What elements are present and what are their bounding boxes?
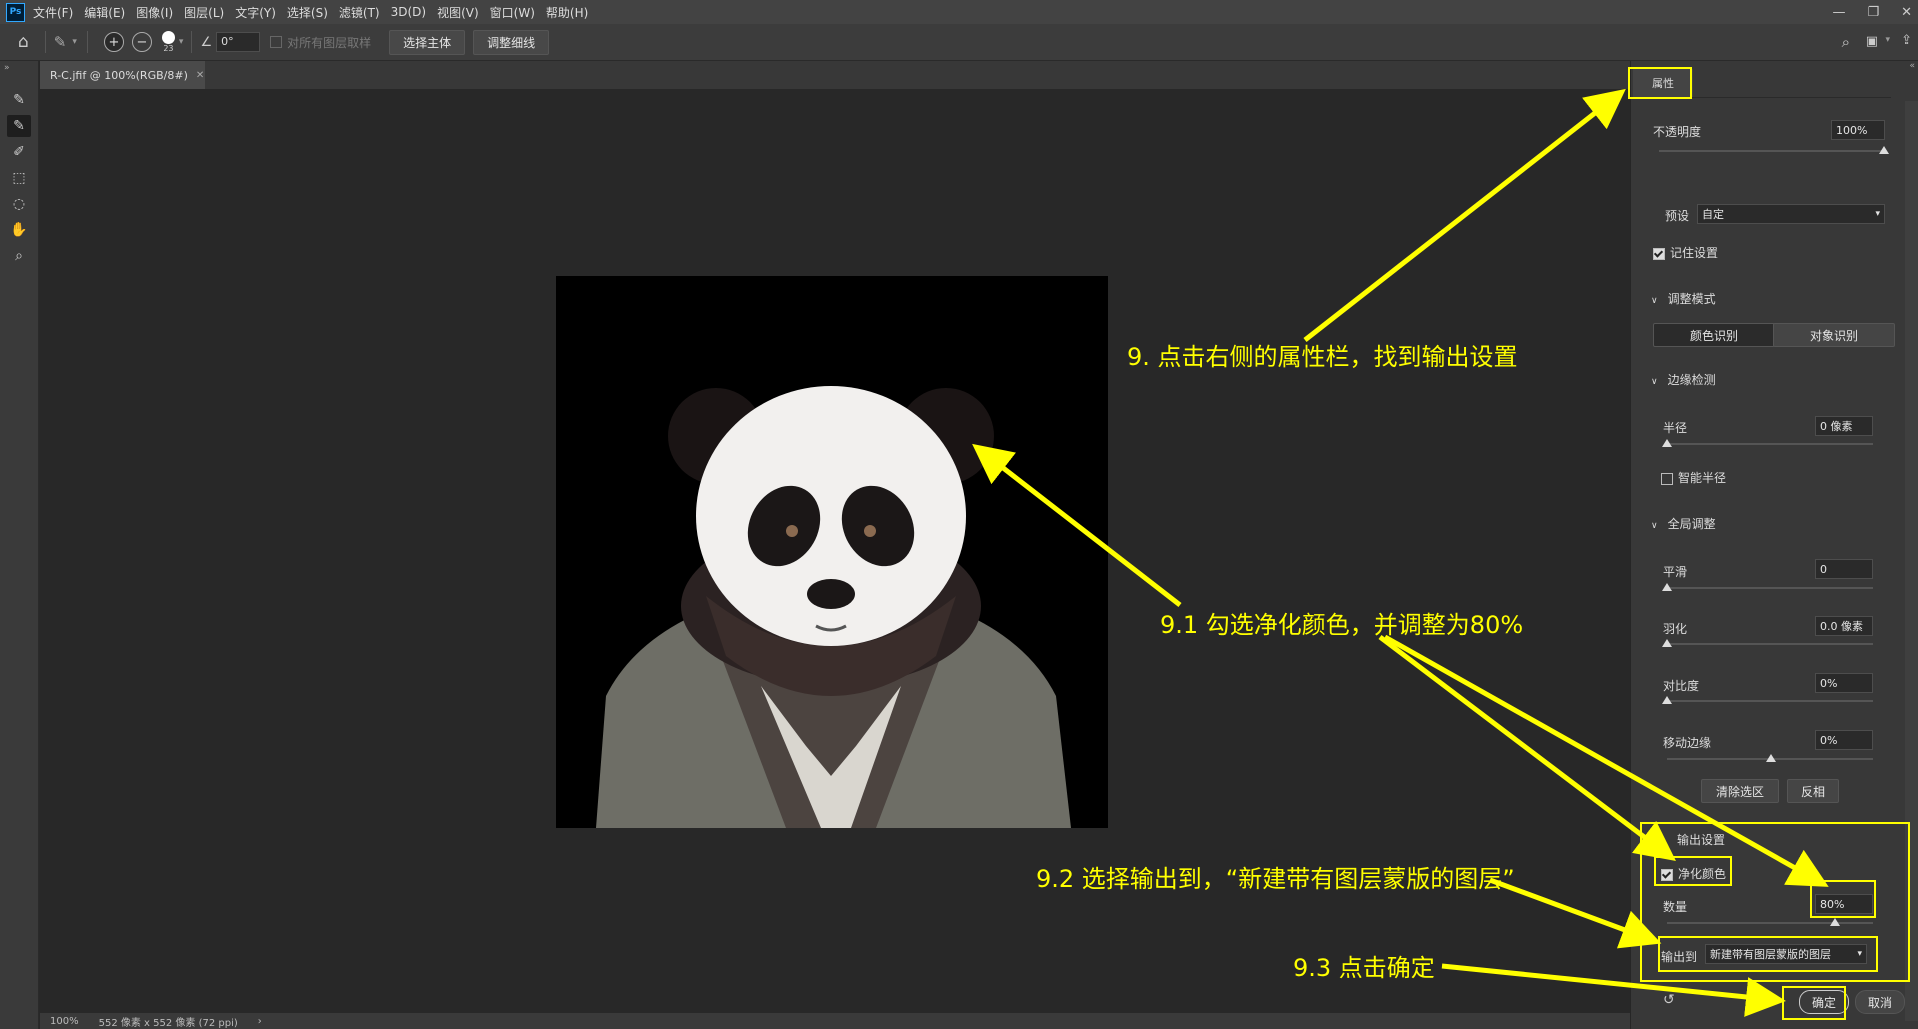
arrow-to-amount — [1383, 634, 1829, 887]
arrow-to-output-to — [1489, 877, 1662, 949]
arrow-to-properties-tab — [1303, 88, 1626, 342]
annotation-arrows — [972, 88, 1829, 1017]
arrow-to-decontaminate — [1378, 635, 1676, 862]
arrow-to-panda-image — [972, 443, 1182, 607]
arrow-to-ok-button — [1441, 963, 1786, 1017]
